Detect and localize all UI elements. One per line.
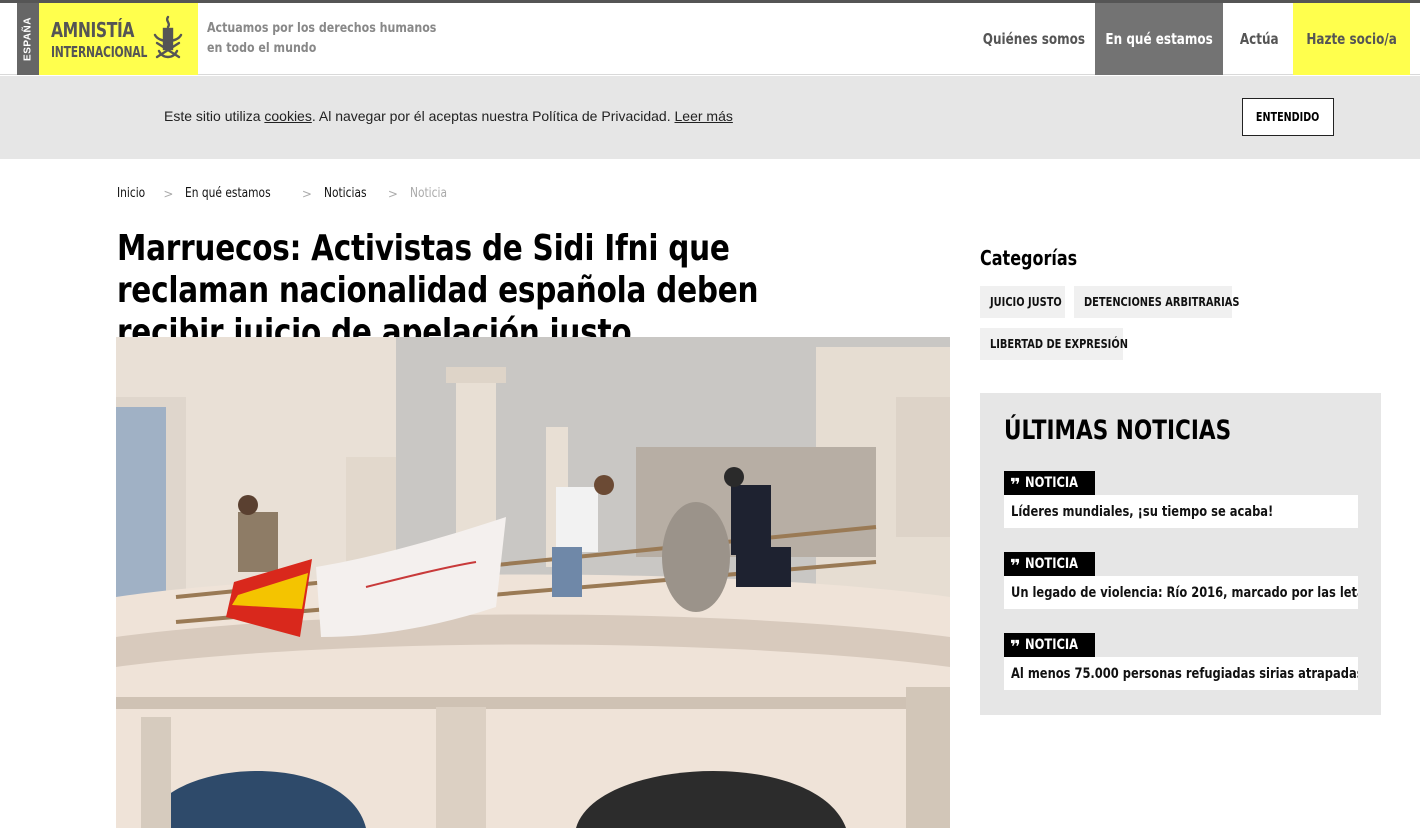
badge-label: NOTICIA [1024, 475, 1078, 491]
nav-actua[interactable]: Actúa [1225, 3, 1293, 75]
news-item[interactable]: ❞ NOTICIA Líderes mundiales, ¡su tiempo s… [1004, 471, 1358, 528]
breadcrumb: Inicio > En qué estamos > Noticias > Not… [117, 186, 455, 201]
country-strip: ESPAÑA [17, 3, 39, 75]
tag-label: JUICIO JUSTO [990, 295, 1062, 309]
badge-label: NOTICIA [1024, 637, 1078, 653]
article-title: Marruecos: Activistas de Sidi Ifni que r… [117, 228, 759, 353]
news-title[interactable]: Al menos 75.000 personas refugiadas siri… [1004, 657, 1358, 690]
site-tagline: Actuamos por los derechos humanos en tod… [207, 19, 437, 59]
tag-juicio-justo[interactable]: JUICIO JUSTO [980, 286, 1065, 318]
breadcrumb-separator: > [387, 186, 398, 201]
tag-detenciones-arbitrarias[interactable]: DETENCIONES ARBITRARIAS [1074, 286, 1239, 318]
nav-label: Hazte socio/a [1306, 30, 1397, 48]
news-item[interactable]: ❞ NOTICIA Un legado de violencia: Río 201… [1004, 552, 1358, 609]
button-label: ENTENDIDO [1256, 110, 1320, 124]
news-title-text: Un legado de violencia: Río 2016, marcad… [1011, 584, 1358, 601]
news-title[interactable]: Un legado de violencia: Río 2016, marcad… [1004, 576, 1358, 609]
news-badge: ❞ NOTICIA [1004, 552, 1096, 577]
tagline-line1: Actuamos por los derechos humanos [207, 21, 437, 36]
cookie-message: Este sitio utiliza cookies. Al navegar p… [164, 108, 733, 124]
nav-hazte-socio[interactable]: Hazte socio/a [1293, 3, 1410, 75]
cookie-text-middle: . Al navegar por él aceptas nuestra Polí… [311, 108, 675, 124]
country-label: ESPAÑA [22, 17, 34, 61]
candle-icon [153, 15, 183, 59]
news-title[interactable]: Líderes mundiales, ¡su tiempo se acaba! [1004, 495, 1358, 528]
nav-label: Quiénes somos [982, 30, 1086, 48]
news-title-text: Líderes mundiales, ¡su tiempo se acaba! [1011, 503, 1274, 520]
nav-en-que-estamos[interactable]: En qué estamos [1095, 3, 1223, 75]
quote-icon: ❞ [1010, 475, 1021, 496]
balcony-photo [116, 337, 950, 828]
tag-libertad-de-expresion[interactable]: LIBERTAD DE EXPRESIÓN [980, 328, 1128, 360]
nav-label: Actúa [1239, 30, 1279, 48]
news-badge: ❞ NOTICIA [1004, 471, 1096, 496]
quote-icon: ❞ [1010, 637, 1021, 658]
logo-text-line2: INTERNACIONAL [51, 43, 148, 61]
breadcrumb-separator: > [163, 186, 174, 201]
latest-news-heading: ÚLTIMAS NOTICIAS [1004, 415, 1232, 446]
news-item[interactable]: ❞ NOTICIA Al menos 75.000 personas refugi… [1004, 633, 1358, 690]
nav-quienes-somos[interactable]: Quiénes somos [975, 3, 1093, 75]
article-image [116, 337, 950, 828]
tagline-line2: en todo el mundo [207, 41, 317, 56]
tag-label: LIBERTAD DE EXPRESIÓN [990, 337, 1128, 351]
cookie-banner: Este sitio utiliza cookies. Al navegar p… [0, 76, 1420, 159]
breadcrumb-current: Noticia [409, 186, 447, 201]
cookie-text-before: Este sitio utiliza [164, 108, 265, 124]
amnesty-logo[interactable]: AMNISTÍA INTERNACIONAL [39, 3, 198, 75]
breadcrumb-separator: > [301, 186, 312, 201]
news-badge: ❞ NOTICIA [1004, 633, 1096, 658]
quote-icon: ❞ [1010, 556, 1021, 577]
badge-label: NOTICIA [1024, 556, 1078, 572]
tag-label: DETENCIONES ARBITRARIAS [1084, 295, 1240, 309]
categories-heading: Categorías [980, 246, 1078, 270]
cookies-link[interactable]: cookies [264, 108, 311, 124]
logo-text-line1: AMNISTÍA [51, 18, 135, 42]
nav-label: En qué estamos [1105, 30, 1213, 48]
latest-news-panel: ÚLTIMAS NOTICIAS ❞ NOTICIA Líderes mundia… [980, 393, 1381, 715]
accept-cookies-button[interactable]: ENTENDIDO [1242, 98, 1334, 136]
breadcrumb-noticias[interactable]: Noticias [324, 186, 367, 201]
news-title-text: Al menos 75.000 personas refugiadas siri… [1011, 665, 1358, 682]
read-more-link[interactable]: Leer más [675, 108, 733, 124]
breadcrumb-en-que-estamos[interactable]: En qué estamos [185, 186, 271, 201]
site-header: ESPAÑA AMNISTÍA INTERNACIONAL Actuamos p… [0, 3, 1420, 75]
breadcrumb-inicio[interactable]: Inicio [117, 186, 145, 201]
